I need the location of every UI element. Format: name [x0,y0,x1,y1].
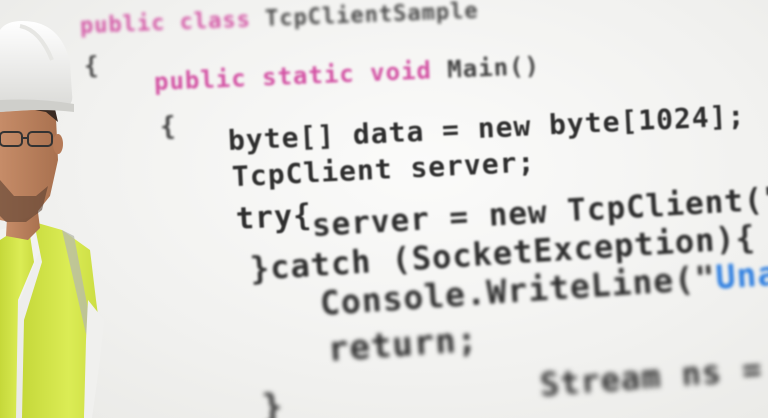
blurred-code-background: public class TcpClientSample { public st… [0,0,768,418]
worker-illustration [0,21,104,418]
code-keyword: public static void [153,56,433,96]
code-text: TcpClientSample [250,0,480,33]
code-line-return: return; [326,319,480,370]
construction-worker-figure [0,0,110,418]
code-line-try: try{ [235,198,314,237]
code-line-close-brace: } [260,386,285,418]
code-string: Unab [714,252,768,297]
code-line-networkstream: Stream ns = server [538,349,764,404]
code-line-class-declaration: public class TcpClientSample [80,0,480,39]
code-line-main-declaration: public static void Main() [153,52,540,96]
code-text: Main() [431,51,541,85]
code-line-open-brace-inner: { [159,111,178,142]
photo-scene: public class TcpClientSample { public st… [0,0,768,418]
ear [53,134,63,154]
